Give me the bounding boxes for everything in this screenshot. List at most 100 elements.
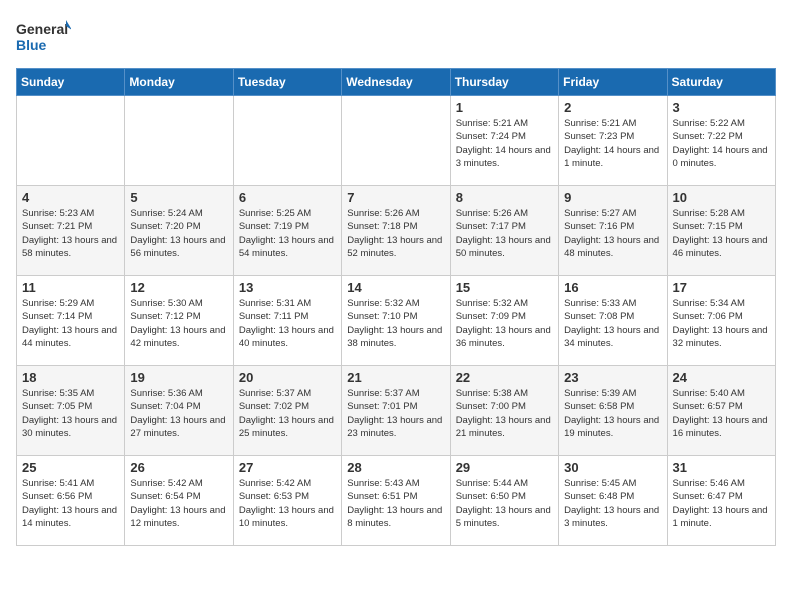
day-info: Sunrise: 5:26 AM Sunset: 7:18 PM Dayligh… bbox=[347, 207, 444, 260]
day-number: 26 bbox=[130, 460, 227, 475]
day-cell: 25 Sunrise: 5:41 AM Sunset: 6:56 PM Dayl… bbox=[17, 456, 125, 546]
header: General Blue bbox=[16, 16, 776, 56]
day-number: 28 bbox=[347, 460, 444, 475]
sunset: Sunset: 6:54 PM bbox=[130, 491, 200, 502]
daylight: Daylight: 13 hours and 46 minutes. bbox=[673, 235, 768, 259]
day-info: Sunrise: 5:21 AM Sunset: 7:24 PM Dayligh… bbox=[456, 117, 553, 170]
sunrise: Sunrise: 5:32 AM bbox=[456, 298, 528, 309]
day-cell: 24 Sunrise: 5:40 AM Sunset: 6:57 PM Dayl… bbox=[667, 366, 775, 456]
day-info: Sunrise: 5:42 AM Sunset: 6:54 PM Dayligh… bbox=[130, 477, 227, 530]
sunset: Sunset: 7:01 PM bbox=[347, 401, 417, 412]
sunrise: Sunrise: 5:39 AM bbox=[564, 388, 636, 399]
day-cell: 14 Sunrise: 5:32 AM Sunset: 7:10 PM Dayl… bbox=[342, 276, 450, 366]
sunset: Sunset: 6:47 PM bbox=[673, 491, 743, 502]
sunrise: Sunrise: 5:24 AM bbox=[130, 208, 202, 219]
day-cell bbox=[125, 96, 233, 186]
sunset: Sunset: 7:06 PM bbox=[673, 311, 743, 322]
day-info: Sunrise: 5:38 AM Sunset: 7:00 PM Dayligh… bbox=[456, 387, 553, 440]
day-number: 14 bbox=[347, 280, 444, 295]
daylight: Daylight: 13 hours and 54 minutes. bbox=[239, 235, 334, 259]
day-info: Sunrise: 5:30 AM Sunset: 7:12 PM Dayligh… bbox=[130, 297, 227, 350]
daylight: Daylight: 13 hours and 25 minutes. bbox=[239, 415, 334, 439]
day-number: 4 bbox=[22, 190, 119, 205]
day-cell: 4 Sunrise: 5:23 AM Sunset: 7:21 PM Dayli… bbox=[17, 186, 125, 276]
daylight: Daylight: 13 hours and 12 minutes. bbox=[130, 505, 225, 529]
daylight: Daylight: 13 hours and 32 minutes. bbox=[673, 325, 768, 349]
day-cell: 31 Sunrise: 5:46 AM Sunset: 6:47 PM Dayl… bbox=[667, 456, 775, 546]
day-info: Sunrise: 5:31 AM Sunset: 7:11 PM Dayligh… bbox=[239, 297, 336, 350]
sunset: Sunset: 7:12 PM bbox=[130, 311, 200, 322]
day-cell: 7 Sunrise: 5:26 AM Sunset: 7:18 PM Dayli… bbox=[342, 186, 450, 276]
sunset: Sunset: 7:23 PM bbox=[564, 131, 634, 142]
svg-text:General: General bbox=[16, 21, 68, 37]
sunset: Sunset: 6:48 PM bbox=[564, 491, 634, 502]
day-number: 10 bbox=[673, 190, 770, 205]
day-cell: 13 Sunrise: 5:31 AM Sunset: 7:11 PM Dayl… bbox=[233, 276, 341, 366]
sunset: Sunset: 6:53 PM bbox=[239, 491, 309, 502]
sunset: Sunset: 7:24 PM bbox=[456, 131, 526, 142]
daylight: Daylight: 13 hours and 36 minutes. bbox=[456, 325, 551, 349]
day-cell: 30 Sunrise: 5:45 AM Sunset: 6:48 PM Dayl… bbox=[559, 456, 667, 546]
day-cell: 23 Sunrise: 5:39 AM Sunset: 6:58 PM Dayl… bbox=[559, 366, 667, 456]
daylight: Daylight: 13 hours and 19 minutes. bbox=[564, 415, 659, 439]
col-header-saturday: Saturday bbox=[667, 69, 775, 96]
day-number: 11 bbox=[22, 280, 119, 295]
header-row: SundayMondayTuesdayWednesdayThursdayFrid… bbox=[17, 69, 776, 96]
day-info: Sunrise: 5:43 AM Sunset: 6:51 PM Dayligh… bbox=[347, 477, 444, 530]
day-cell bbox=[233, 96, 341, 186]
day-info: Sunrise: 5:41 AM Sunset: 6:56 PM Dayligh… bbox=[22, 477, 119, 530]
day-cell: 17 Sunrise: 5:34 AM Sunset: 7:06 PM Dayl… bbox=[667, 276, 775, 366]
day-cell bbox=[17, 96, 125, 186]
sunrise: Sunrise: 5:26 AM bbox=[347, 208, 419, 219]
day-number: 16 bbox=[564, 280, 661, 295]
day-cell: 8 Sunrise: 5:26 AM Sunset: 7:17 PM Dayli… bbox=[450, 186, 558, 276]
day-number: 22 bbox=[456, 370, 553, 385]
daylight: Daylight: 13 hours and 56 minutes. bbox=[130, 235, 225, 259]
daylight: Daylight: 13 hours and 42 minutes. bbox=[130, 325, 225, 349]
sunset: Sunset: 7:21 PM bbox=[22, 221, 92, 232]
sunrise: Sunrise: 5:40 AM bbox=[673, 388, 745, 399]
day-number: 20 bbox=[239, 370, 336, 385]
day-cell: 2 Sunrise: 5:21 AM Sunset: 7:23 PM Dayli… bbox=[559, 96, 667, 186]
day-number: 8 bbox=[456, 190, 553, 205]
day-cell: 21 Sunrise: 5:37 AM Sunset: 7:01 PM Dayl… bbox=[342, 366, 450, 456]
day-cell: 10 Sunrise: 5:28 AM Sunset: 7:15 PM Dayl… bbox=[667, 186, 775, 276]
daylight: Daylight: 13 hours and 50 minutes. bbox=[456, 235, 551, 259]
daylight: Daylight: 13 hours and 34 minutes. bbox=[564, 325, 659, 349]
col-header-sunday: Sunday bbox=[17, 69, 125, 96]
day-info: Sunrise: 5:23 AM Sunset: 7:21 PM Dayligh… bbox=[22, 207, 119, 260]
sunset: Sunset: 7:20 PM bbox=[130, 221, 200, 232]
sunset: Sunset: 7:08 PM bbox=[564, 311, 634, 322]
daylight: Daylight: 13 hours and 5 minutes. bbox=[456, 505, 551, 529]
day-info: Sunrise: 5:22 AM Sunset: 7:22 PM Dayligh… bbox=[673, 117, 770, 170]
sunset: Sunset: 7:11 PM bbox=[239, 311, 309, 322]
day-number: 31 bbox=[673, 460, 770, 475]
daylight: Daylight: 13 hours and 8 minutes. bbox=[347, 505, 442, 529]
sunrise: Sunrise: 5:43 AM bbox=[347, 478, 419, 489]
daylight: Daylight: 13 hours and 30 minutes. bbox=[22, 415, 117, 439]
day-cell: 22 Sunrise: 5:38 AM Sunset: 7:00 PM Dayl… bbox=[450, 366, 558, 456]
day-number: 1 bbox=[456, 100, 553, 115]
sunset: Sunset: 7:19 PM bbox=[239, 221, 309, 232]
day-cell: 9 Sunrise: 5:27 AM Sunset: 7:16 PM Dayli… bbox=[559, 186, 667, 276]
day-cell: 27 Sunrise: 5:42 AM Sunset: 6:53 PM Dayl… bbox=[233, 456, 341, 546]
daylight: Daylight: 14 hours and 0 minutes. bbox=[673, 145, 768, 169]
day-cell: 5 Sunrise: 5:24 AM Sunset: 7:20 PM Dayli… bbox=[125, 186, 233, 276]
sunrise: Sunrise: 5:30 AM bbox=[130, 298, 202, 309]
sunset: Sunset: 7:02 PM bbox=[239, 401, 309, 412]
day-info: Sunrise: 5:35 AM Sunset: 7:05 PM Dayligh… bbox=[22, 387, 119, 440]
daylight: Daylight: 13 hours and 3 minutes. bbox=[564, 505, 659, 529]
sunset: Sunset: 7:16 PM bbox=[564, 221, 634, 232]
sunset: Sunset: 6:56 PM bbox=[22, 491, 92, 502]
week-row-3: 11 Sunrise: 5:29 AM Sunset: 7:14 PM Dayl… bbox=[17, 276, 776, 366]
daylight: Daylight: 13 hours and 16 minutes. bbox=[673, 415, 768, 439]
day-info: Sunrise: 5:45 AM Sunset: 6:48 PM Dayligh… bbox=[564, 477, 661, 530]
day-cell: 15 Sunrise: 5:32 AM Sunset: 7:09 PM Dayl… bbox=[450, 276, 558, 366]
day-info: Sunrise: 5:39 AM Sunset: 6:58 PM Dayligh… bbox=[564, 387, 661, 440]
sunset: Sunset: 7:04 PM bbox=[130, 401, 200, 412]
day-info: Sunrise: 5:42 AM Sunset: 6:53 PM Dayligh… bbox=[239, 477, 336, 530]
day-info: Sunrise: 5:44 AM Sunset: 6:50 PM Dayligh… bbox=[456, 477, 553, 530]
col-header-friday: Friday bbox=[559, 69, 667, 96]
day-number: 7 bbox=[347, 190, 444, 205]
daylight: Daylight: 13 hours and 1 minute. bbox=[673, 505, 768, 529]
